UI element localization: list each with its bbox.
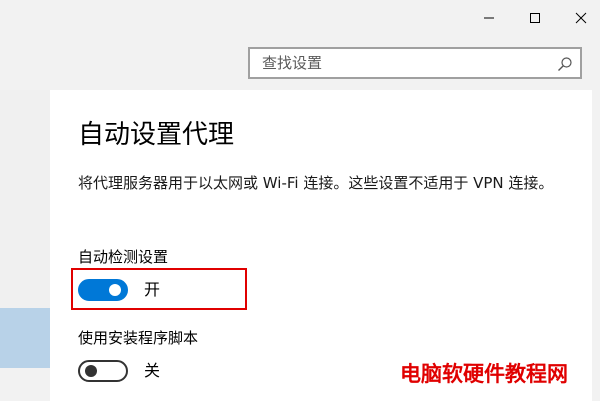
page-description: 将代理服务器用于以太网或 Wi-Fi 连接。这些设置不适用于 VPN 连接。 (78, 174, 554, 192)
close-button[interactable] (558, 0, 600, 36)
use-setup-script-row: 关 (78, 358, 160, 384)
use-setup-script-state: 关 (144, 361, 161, 380)
search-area (50, 38, 600, 90)
minimize-button[interactable] (466, 0, 512, 36)
navigation-header-area (0, 0, 50, 90)
navigation-pane (0, 0, 50, 401)
minimize-icon (483, 12, 495, 24)
settings-content: 自动设置代理 将代理服务器用于以太网或 Wi-Fi 连接。这些设置不适用于 VP… (50, 90, 600, 401)
maximize-button[interactable] (512, 0, 558, 36)
search-input[interactable] (250, 49, 550, 77)
navigation-item-selected[interactable] (0, 308, 50, 368)
search-icon[interactable] (554, 53, 576, 75)
highlight-box (71, 268, 247, 310)
watermark: 电脑软硬件教程网 (400, 362, 568, 386)
use-setup-script-label: 使用安装程序脚本 (78, 329, 199, 347)
scrollbar[interactable] (592, 90, 600, 401)
search-box[interactable] (248, 47, 582, 79)
toggle-knob (85, 365, 97, 377)
navigation-list (0, 90, 50, 308)
auto-detect-settings-label: 自动检测设置 (78, 248, 169, 266)
close-icon (575, 12, 587, 24)
use-setup-script-toggle[interactable] (78, 360, 128, 382)
title-bar (50, 0, 600, 38)
maximize-icon (529, 12, 541, 24)
page-title: 自动设置代理 (78, 120, 235, 150)
